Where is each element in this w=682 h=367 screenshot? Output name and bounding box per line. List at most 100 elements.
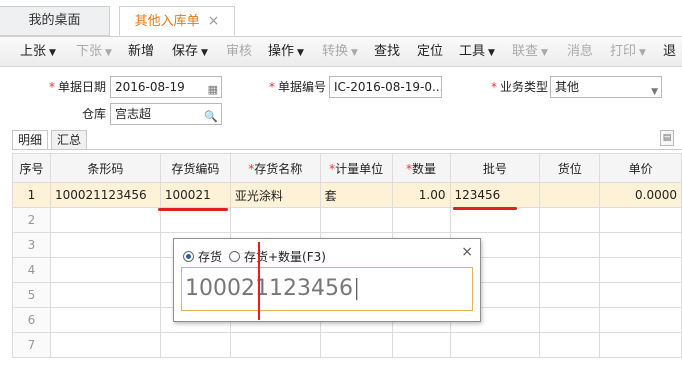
toolbar-button[interactable]: 工具 ▼ [459,37,495,66]
table-cell[interactable]: 100021 [159,182,231,208]
tab-other-stock-in[interactable]: 其他入库单 × [119,6,235,36]
table-cell[interactable]: 亚光涂料 [229,182,321,208]
table-cell[interactable] [449,207,541,233]
table-row[interactable]: 7 [12,332,682,358]
barcode-input-value: 100021123456 [185,276,353,301]
table-cell[interactable] [49,332,161,358]
table-cell[interactable] [599,207,682,233]
tab-my-desktop[interactable]: 我的桌面 [0,6,110,36]
number-field[interactable]: IC-2016-08-19-0... [329,76,442,98]
table-cell[interactable] [49,257,161,283]
column-header[interactable]: 存货编码 [159,153,231,183]
radio-inventory-quantity[interactable]: 存货+数量(F3) [229,248,326,265]
toolbar-button[interactable]: 定位 [417,37,443,66]
column-header[interactable]: *计量单位 [319,153,393,183]
chevron-down-icon: ▼ [541,48,548,58]
date-field[interactable]: 2016-08-19 ▦ [110,76,222,98]
toolbar-button[interactable]: 退 [663,37,676,66]
toolbar-button[interactable]: 转换 ▼ [322,37,358,66]
table-cell[interactable] [599,232,682,258]
column-header[interactable]: 序号 [12,153,51,183]
table-cell[interactable]: 2 [12,207,51,233]
tab-detail-label: 明细 [18,133,43,147]
table-cell[interactable] [539,332,601,358]
table-cell[interactable] [319,332,393,358]
table-cell[interactable] [159,332,231,358]
toolbar-button[interactable]: 消息 [567,37,593,66]
tab-label: 其他入库单 [134,14,200,29]
toolbar-button[interactable]: 操作 ▼ [268,37,304,66]
column-header[interactable]: *数量 [391,153,451,183]
table-cell[interactable] [599,282,682,308]
toolbar-button[interactable]: 上张 ▼ [20,37,56,66]
table-cell[interactable] [229,207,321,233]
table-cell[interactable]: 1.00 [391,182,451,208]
table-cell[interactable] [599,332,682,358]
chevron-down-icon: ▼ [49,48,56,58]
table-cell[interactable] [599,307,682,333]
table-cell[interactable] [49,232,161,258]
column-header[interactable]: 货位 [539,153,601,183]
column-header[interactable]: 批号 [449,153,541,183]
radio-checked-icon [183,251,194,262]
toolbar-button[interactable]: 查找 [374,37,400,66]
toolbar-button[interactable]: 保存 ▼ [172,37,208,66]
barcode-input[interactable]: 100021123456| [181,267,473,311]
tab-summary[interactable]: 汇总 [51,130,88,150]
table-cell[interactable]: 7 [12,332,51,358]
table-cell[interactable]: 0.0000 [599,182,682,208]
table-cell[interactable] [539,257,601,283]
tab-detail[interactable]: 明细 [12,130,49,150]
calendar-icon[interactable]: ▦ [208,80,218,97]
table-cell[interactable] [391,207,451,233]
divider [12,149,682,150]
table-cell[interactable]: 100021123456 [49,182,161,208]
chevron-down-icon: ▼ [201,48,208,58]
toolbar: 上张 ▼ 下张 ▼ 新增 保存 ▼ 审核 操作 ▼ 转换 ▼ 查找 定位 工具 ▼ 联查 ▼ 消息 打印 ▼ 退 [0,37,682,67]
table-cell[interactable] [229,332,321,358]
table-cell[interactable]: 套 [319,182,393,208]
table-cell[interactable] [539,232,601,258]
column-header[interactable]: 单价 [599,153,682,183]
toolbar-button[interactable]: 审核 [226,37,252,66]
toolbar-button[interactable]: 新增 [128,37,154,66]
table-cell[interactable] [391,332,451,358]
close-icon[interactable]: × [208,13,220,29]
table-cell[interactable] [539,307,601,333]
table-cell[interactable] [49,282,161,308]
table-row[interactable]: 1 100021123456 100021 亚光涂料套 1.00 123456 0.0000 [12,182,682,208]
table-cell[interactable] [539,182,601,208]
table-cell[interactable] [449,332,541,358]
search-icon[interactable]: 🔍 [204,107,218,124]
table-cell[interactable] [159,207,231,233]
table-cell[interactable]: 5 [12,282,51,308]
table-row[interactable]: 2 [12,207,682,233]
radio-inventory[interactable]: 存货 [183,248,222,265]
toolbar-button[interactable]: 下张 ▼ [76,37,112,66]
radio-label: 存货 [198,250,223,264]
chevron-down-icon[interactable]: ▼ [651,82,658,97]
table-cell[interactable]: 123456 [449,182,541,208]
table-cell[interactable] [599,257,682,283]
table-cell[interactable] [49,207,161,233]
toolbar-button[interactable]: 打印 ▼ [610,37,646,66]
type-select[interactable]: 其他 ▼ [550,76,662,98]
column-header[interactable]: *存货名称 [229,153,321,183]
column-settings-icon[interactable]: ▤ [660,130,674,146]
table-cell[interactable] [49,307,161,333]
table-cell[interactable]: 1 [12,182,51,208]
toolbar-button-label: 转换 [322,44,349,59]
toolbar-button[interactable]: 联查 ▼ [512,37,548,66]
table-cell[interactable] [539,282,601,308]
table-cell[interactable]: 3 [12,232,51,258]
date-label: * 单据日期 [48,80,106,94]
tab-label: 我的桌面 [28,13,81,28]
column-header[interactable]: 条形码 [49,153,161,183]
table-cell[interactable]: 4 [12,257,51,283]
column-header-label: 单价 [628,161,653,176]
table-cell[interactable] [319,207,393,233]
table-cell[interactable] [539,207,601,233]
close-icon[interactable]: × [461,244,473,260]
table-cell[interactable]: 6 [12,307,51,333]
warehouse-field[interactable]: 宫志超 🔍 [110,103,222,125]
